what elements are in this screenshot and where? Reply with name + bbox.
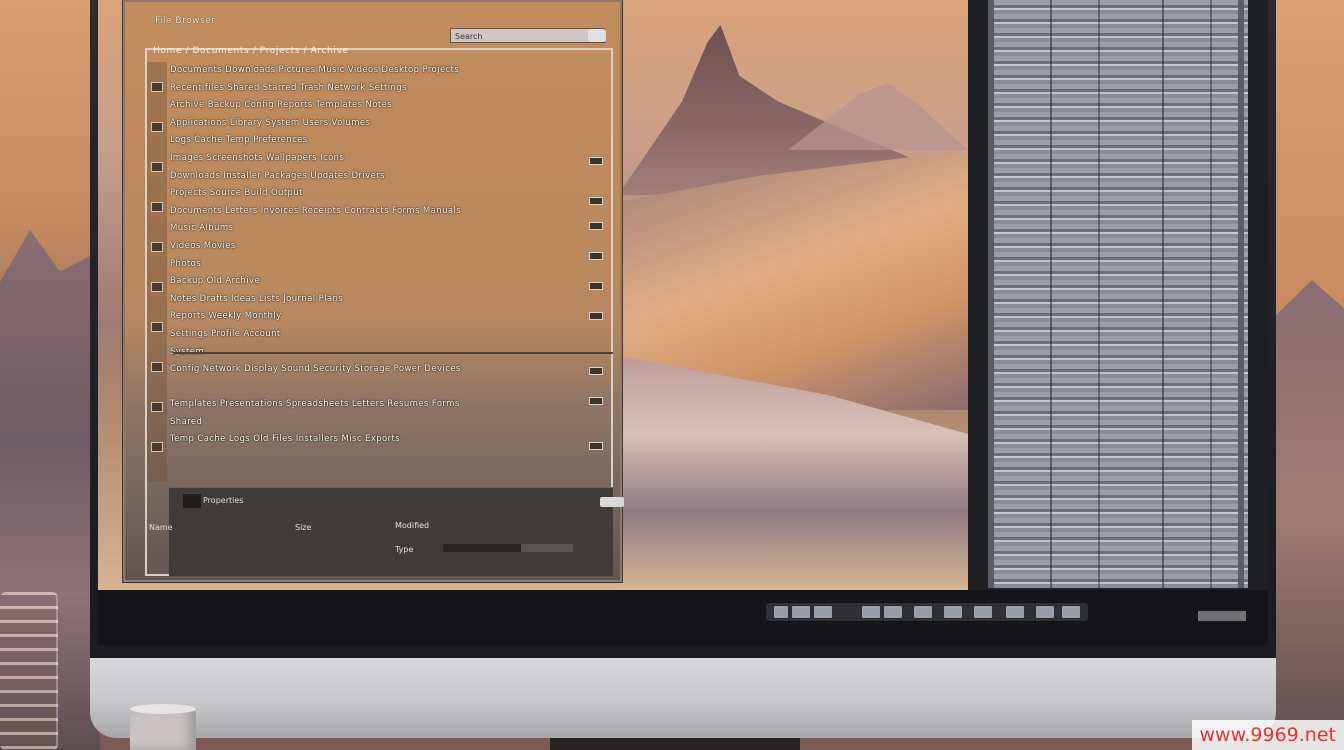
row-action-icon[interactable]: [589, 312, 603, 320]
row-action-icon[interactable]: [589, 197, 603, 205]
list-item[interactable]: Photos: [170, 256, 585, 274]
breadcrumb: Home / Documents / Projects / Archive: [153, 46, 349, 56]
taskbar: [766, 603, 1088, 621]
row-action-icon[interactable]: [589, 252, 603, 260]
taskbar-item[interactable]: [974, 606, 992, 618]
taskbar-item[interactable]: [884, 606, 902, 618]
list-item[interactable]: Applications Library System Users Volume…: [170, 115, 585, 133]
list-item[interactable]: Settings Profile Account: [170, 326, 585, 344]
taskbar-item[interactable]: [914, 606, 932, 618]
list-item[interactable]: Config Network Display Sound Security St…: [170, 361, 585, 379]
row-marker-icon[interactable]: [151, 242, 163, 252]
list-item[interactable]: Shared: [170, 414, 585, 432]
list-item[interactable]: Templates Presentations Spreadsheets Let…: [170, 396, 585, 414]
row-marker-icon[interactable]: [151, 402, 163, 412]
list-item[interactable]: Temp Cache Logs Old Files Installers Mis…: [170, 431, 585, 449]
watermark: www.9969.net: [1191, 720, 1344, 750]
left-gutter: [147, 62, 167, 482]
glass-jar: [0, 592, 58, 750]
screen: File Browser Search Home / Documents / P…: [98, 0, 1268, 645]
cup-rim: [130, 704, 196, 714]
row-marker-icon[interactable]: [151, 162, 163, 172]
property-size: Size: [295, 523, 312, 532]
row-action-icon[interactable]: [589, 157, 603, 165]
window-title: File Browser: [155, 16, 216, 26]
list-item[interactable]: Videos Movies: [170, 238, 585, 256]
list-item[interactable]: Backup Old Archive: [170, 273, 585, 291]
row-action-icon[interactable]: [589, 397, 603, 405]
property-type: Type: [395, 545, 414, 554]
list-item[interactable]: Music Albums: [170, 220, 585, 238]
row-action-icon[interactable]: [589, 442, 603, 450]
property-modified: Modified: [395, 521, 430, 530]
divider: [173, 352, 613, 354]
file-list: Documents Downloads Pictures Music Video…: [170, 62, 585, 449]
taskbar-item[interactable]: [774, 606, 788, 618]
row-marker-icon[interactable]: [151, 82, 163, 92]
list-item[interactable]: Recent files Shared Starred Trash Networ…: [170, 80, 585, 98]
taskbar-item[interactable]: [1062, 606, 1080, 618]
row-action-icon[interactable]: [589, 367, 603, 375]
properties-heading: Properties: [203, 496, 244, 505]
list-item[interactable]: Logs Cache Temp Preferences: [170, 132, 585, 150]
search-input[interactable]: Search: [450, 28, 605, 43]
taskbar-item[interactable]: [944, 606, 962, 618]
list-item[interactable]: Downloads Installer Packages Updates Dri…: [170, 168, 585, 186]
list-item[interactable]: Projects Source Build Output: [170, 185, 585, 203]
system-tray[interactable]: [1198, 611, 1246, 621]
taskbar-item[interactable]: [792, 606, 810, 618]
monitor-stand: [550, 738, 800, 750]
close-button[interactable]: [588, 29, 606, 42]
list-grid-lines: [988, 0, 1248, 588]
taskbar-item[interactable]: [1036, 606, 1054, 618]
file-browser-window: File Browser Search Home / Documents / P…: [123, 0, 624, 582]
property-name: Name: [149, 523, 173, 532]
list-item[interactable]: Images Screenshots Wallpapers Icons: [170, 150, 585, 168]
list-item[interactable]: Reports Weekly Monthly: [170, 308, 585, 326]
row-marker-icon[interactable]: [151, 362, 163, 372]
row-marker-icon[interactable]: [151, 202, 163, 212]
list-item[interactable]: Documents Downloads Pictures Music Video…: [170, 62, 585, 80]
list-item[interactable]: [170, 379, 585, 397]
list-item[interactable]: Archive Backup Config Reports Templates …: [170, 97, 585, 115]
background-hills-right: [1264, 280, 1344, 750]
panel-close-button[interactable]: [600, 497, 624, 507]
row-marker-icon[interactable]: [151, 122, 163, 132]
row-marker-icon[interactable]: [151, 442, 163, 452]
row-marker-icon[interactable]: [151, 282, 163, 292]
folder-icon: [183, 494, 201, 508]
list-item[interactable]: Notes Drafts Ideas Lists Journal Plans: [170, 291, 585, 309]
row-marker-icon[interactable]: [151, 322, 163, 332]
taskbar-item[interactable]: [862, 606, 880, 618]
taskbar-item[interactable]: [814, 606, 832, 618]
list-item[interactable]: Documents Letters Invoices Receipts Cont…: [170, 203, 585, 221]
cup: [130, 708, 196, 750]
progress-bar: [443, 544, 573, 552]
row-action-icon[interactable]: [589, 282, 603, 290]
right-gutter: [585, 62, 610, 482]
row-action-icon[interactable]: [589, 222, 603, 230]
taskbar-item[interactable]: [1006, 606, 1024, 618]
monitor-chin: [90, 658, 1276, 738]
